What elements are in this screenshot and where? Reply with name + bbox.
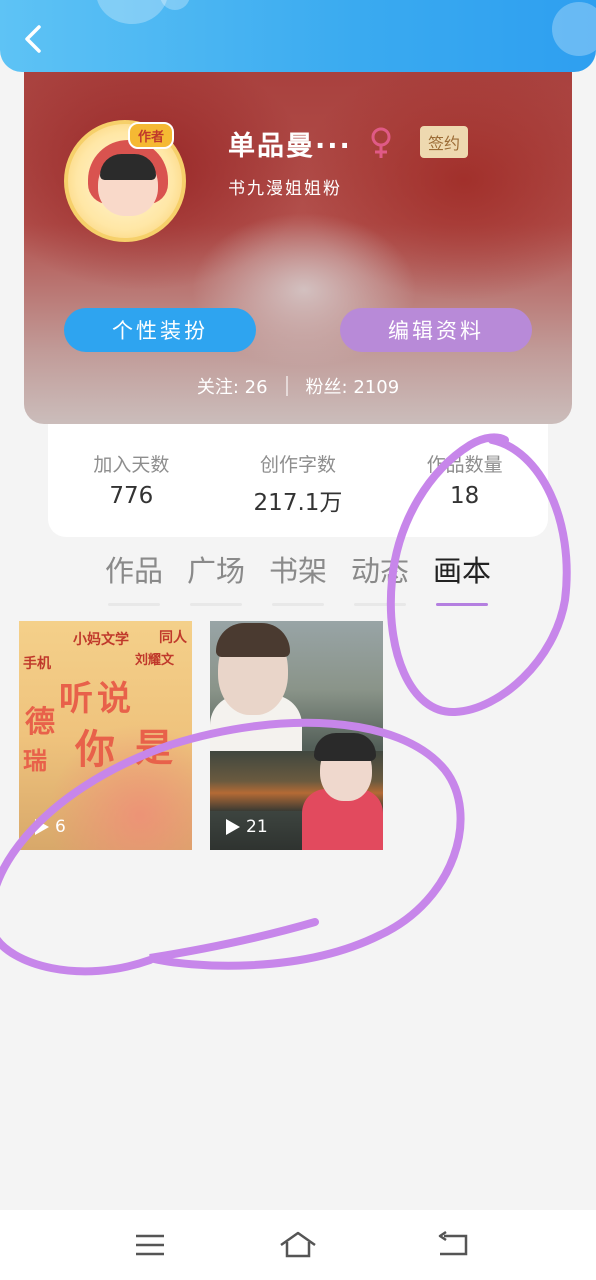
edit-profile-button[interactable]: 编辑资料 [340, 308, 532, 352]
thumb-text: 瑞 [23, 747, 47, 775]
followers-count[interactable]: 粉丝: 2109 [306, 373, 400, 399]
picture-book-thumbnail[interactable]: 21 [210, 621, 383, 850]
decor-bubble [96, 0, 168, 24]
thumb-text: 德 [25, 705, 55, 740]
top-bar [0, 0, 596, 72]
tab-moments[interactable]: 动态 [350, 548, 410, 606]
picture-book-thumbnail[interactable]: 小妈文学 同人 手机 刘耀文 德 听说 你 是 瑞 6 [19, 621, 192, 850]
thumb-text: 刘耀文 [135, 653, 175, 668]
user-subtitle: 书九漫姐姐粉 [228, 179, 342, 199]
thumb-text: 听说 [59, 679, 135, 719]
play-count: 6 [35, 817, 66, 837]
play-icon [35, 819, 49, 835]
avatar-hair [100, 154, 156, 180]
stat-join-days: 加入天数 776 [56, 450, 206, 509]
stat-label: 创作字数 [259, 454, 336, 476]
follow-stats: 关注: 26 粉丝: 2109 [24, 372, 572, 400]
decor-bubble [160, 0, 190, 10]
username: 单品曼··· [228, 131, 352, 162]
thumb-text: 小妈文学 [73, 632, 129, 648]
return-icon[interactable] [434, 1228, 474, 1262]
play-count: 21 [226, 817, 268, 837]
following-count[interactable]: 关注: 26 [197, 373, 268, 399]
tab-works[interactable]: 作品 [104, 548, 164, 606]
thumb-text: 手机 [23, 656, 51, 672]
stat-value: 18 [450, 483, 480, 509]
tab-bookshelf[interactable]: 书架 [268, 548, 328, 606]
thumb-text: 你 [75, 727, 115, 773]
stat-value: 776 [109, 483, 154, 509]
stats-card: 加入天数 776 创作字数 217.1万 作品数量 18 [48, 422, 548, 537]
home-icon[interactable] [278, 1228, 318, 1262]
play-count-value: 6 [55, 817, 66, 837]
system-nav-bar [0, 1210, 596, 1280]
personal-dress-button[interactable]: 个性装扮 [64, 308, 256, 352]
stat-value: 217.1万 [253, 490, 343, 516]
profile-card: 作者 单品曼··· 签约 书九漫姐姐粉 个性装扮 编辑资料 关注: 26 粉丝:… [24, 60, 572, 424]
tab-picture-book[interactable]: 画本 [432, 548, 492, 606]
female-symbol-icon [371, 127, 391, 158]
menu-icon[interactable] [130, 1228, 170, 1262]
divider [285, 376, 288, 396]
thumb-text: 同人 [159, 630, 187, 646]
thumb-figure [314, 733, 376, 761]
stat-label: 加入天数 [93, 454, 170, 476]
play-icon [226, 819, 240, 835]
thumb-figure [216, 623, 290, 657]
author-badge: 作者 [128, 122, 175, 149]
chevron-left-icon [25, 25, 41, 53]
content-tabs: 作品 广场 书架 动态 画本 [104, 548, 492, 612]
play-count-value: 21 [246, 817, 268, 837]
stat-word-count: 创作字数 217.1万 [223, 450, 373, 517]
tab-square[interactable]: 广场 [186, 548, 246, 606]
thumb-text: 是 [135, 726, 174, 770]
decor-bubble [552, 2, 596, 56]
stat-label: 作品数量 [426, 454, 503, 476]
signed-badge: 签约 [420, 126, 469, 158]
stat-works-count: 作品数量 18 [390, 450, 540, 509]
back-button[interactable] [16, 22, 50, 56]
